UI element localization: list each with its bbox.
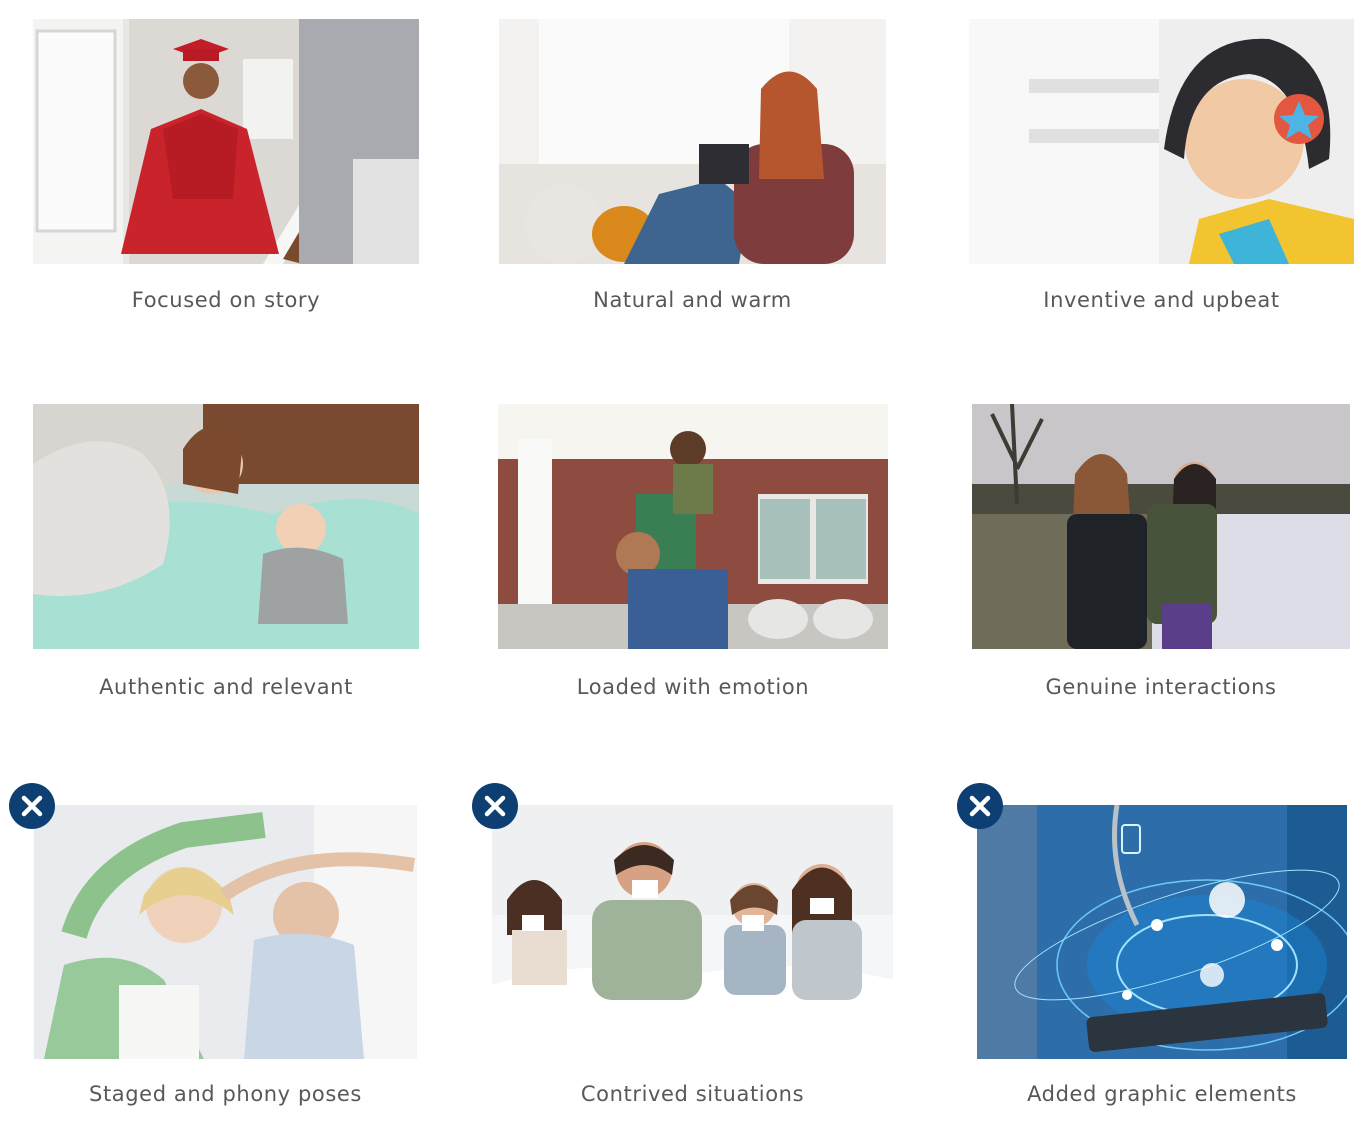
caption-genuine-interactions: Genuine interactions bbox=[1045, 675, 1277, 699]
close-icon bbox=[472, 783, 518, 829]
caption-authentic-and-relevant: Authentic and relevant bbox=[99, 675, 353, 699]
photo-graduate bbox=[33, 19, 419, 264]
photo-card-focused-on-story bbox=[0, 0, 1364, 1]
photo-seniors-stretching bbox=[34, 805, 417, 1059]
close-icon bbox=[9, 783, 55, 829]
photo-kid-in-helmet bbox=[969, 19, 1354, 264]
close-icon bbox=[957, 783, 1003, 829]
photo-doctor-with-tablet-graphics bbox=[977, 805, 1347, 1059]
photo-father-lifting-child bbox=[498, 404, 888, 649]
caption-loaded-with-emotion: Loaded with emotion bbox=[576, 675, 810, 699]
caption-contrived-situations: Contrived situations bbox=[580, 1082, 805, 1106]
caption-natural-and-warm: Natural and warm bbox=[593, 288, 792, 312]
caption-inventive-and-upbeat: Inventive and upbeat bbox=[1043, 288, 1280, 312]
caption-staged-and-phony-poses: Staged and phony poses bbox=[89, 1082, 362, 1106]
photo-family-with-tissues-in-bed bbox=[492, 805, 893, 1059]
caption-focused-on-story: Focused on story bbox=[131, 288, 321, 312]
photo-women-walking-by-lake bbox=[972, 404, 1350, 649]
photo-mother-and-baby bbox=[33, 404, 419, 649]
photo-woman-reading bbox=[499, 19, 886, 264]
caption-added-graphic-elements: Added graphic elements bbox=[1027, 1082, 1297, 1106]
